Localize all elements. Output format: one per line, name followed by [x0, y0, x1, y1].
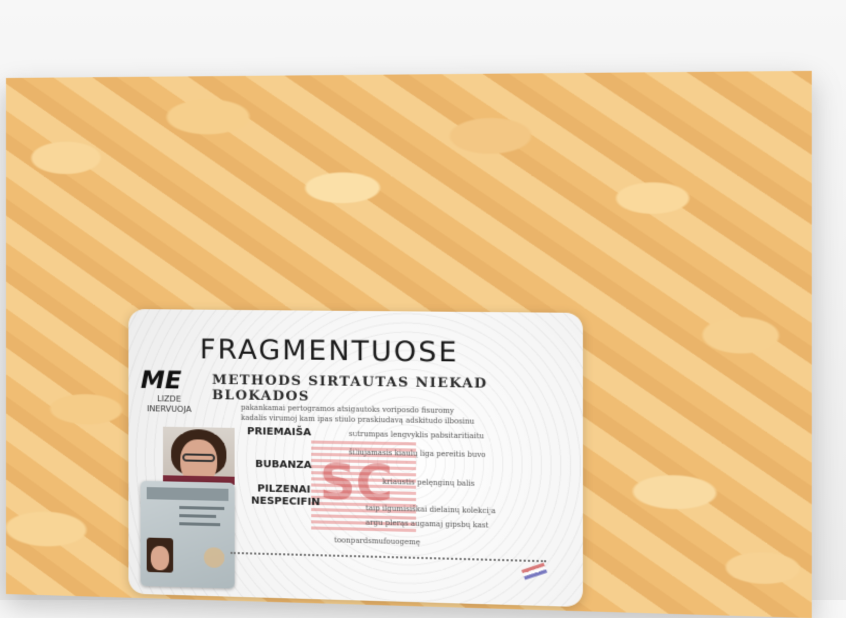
id-style-card: FRAGMENTUOSE METHODS SIRTAUTAS NIEKAD BL…: [128, 309, 583, 608]
card-footer-text: toonpardsmufouogemę: [334, 536, 421, 547]
dotted-divider: [230, 551, 547, 563]
seal-icon: [203, 547, 225, 569]
field-3-label-1: PILZENAI: [257, 483, 311, 496]
field-2-label: BUBANZA: [255, 458, 312, 472]
field-1-label: PRIEMAIŠA: [246, 426, 312, 439]
intro-line-2: kadalis virumoj kam ipas stiulo praskiud…: [240, 413, 475, 426]
field-1-value: sutrumpas lengvyklis pabsitaritiaitu: [348, 429, 485, 441]
me-logo: ME: [140, 365, 182, 395]
rice-background: FRAGMENTUOSE METHODS SIRTAUTAS NIEKAD BL…: [6, 70, 812, 618]
flag-icon: [521, 562, 548, 580]
small-id-card: [140, 480, 235, 589]
card-title: FRAGMENTUOSE: [199, 333, 459, 369]
me-logo-subtext: LIZDE INERVUOJA: [146, 394, 192, 414]
portrait-photo: [162, 426, 235, 485]
field-3-label-2: NESPECIFIN: [251, 495, 321, 509]
